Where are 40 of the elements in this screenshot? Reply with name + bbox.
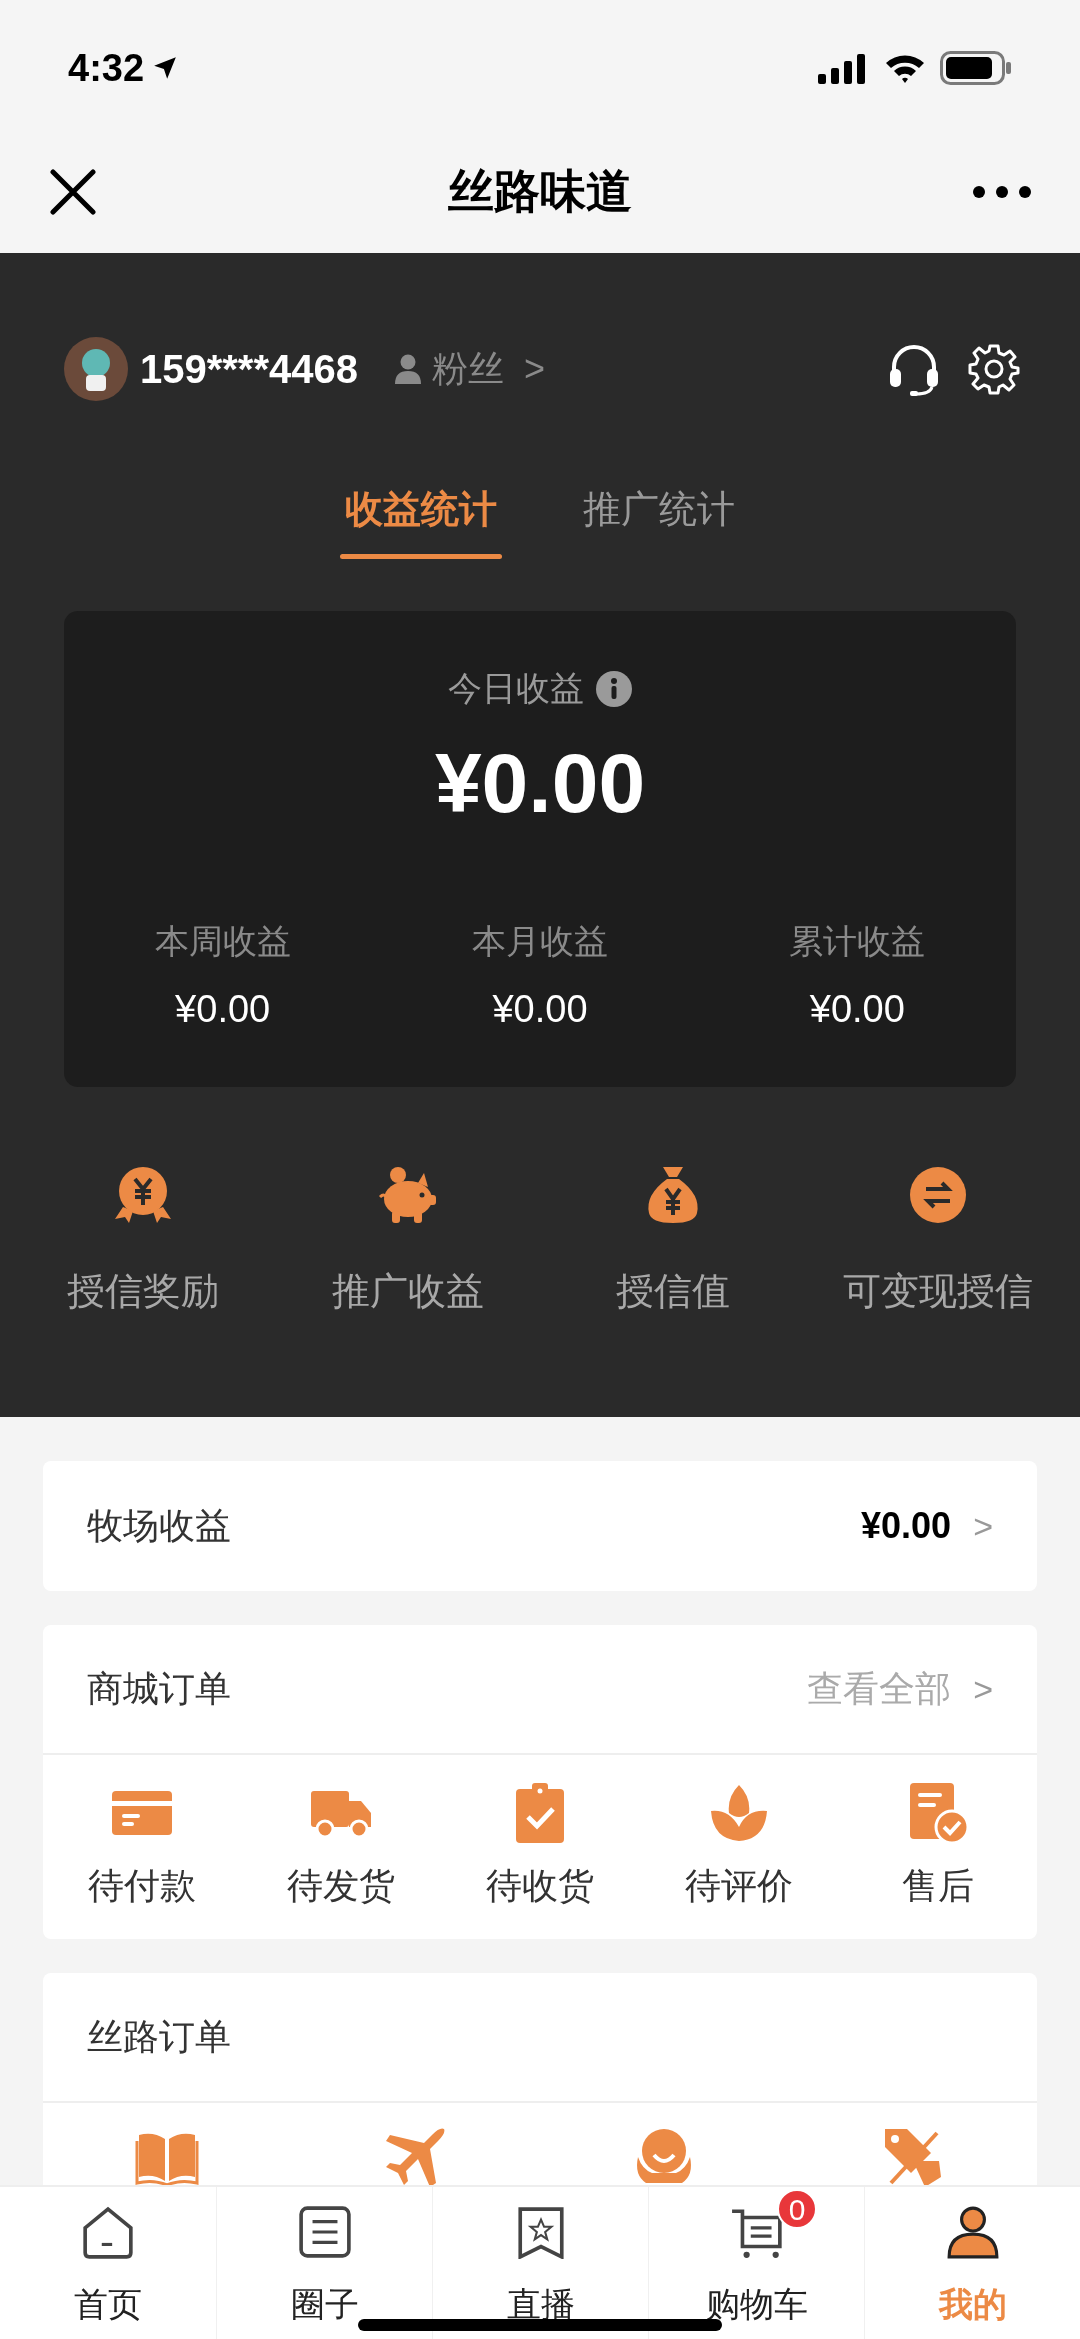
stat-label: 本月收益 xyxy=(472,921,608,962)
home-icon xyxy=(81,2205,135,2259)
order-status-item[interactable]: 待评价 xyxy=(639,1781,839,1913)
today-earnings-amount: ¥0.00 xyxy=(434,735,646,832)
farm-earnings-row[interactable]: 牧场收益 ¥0.00 > xyxy=(43,1461,1037,1591)
close-icon xyxy=(50,168,96,215)
close-button[interactable] xyxy=(48,166,98,217)
phone-number: 159****4468 xyxy=(140,346,358,393)
order-status-item[interactable]: 售后 xyxy=(838,1781,1037,1913)
shortcut-item[interactable]: 授信值 xyxy=(540,1163,805,1320)
cart-count-badge: 0 xyxy=(777,2189,817,2229)
stat-value: ¥0.00 xyxy=(175,987,271,1032)
more-icon[interactable] xyxy=(972,184,1032,199)
stats-tab[interactable]: 推广统计 xyxy=(578,481,740,559)
tab-bar-item[interactable]: 首页 xyxy=(0,2187,216,2339)
battery-icon xyxy=(940,51,1012,85)
shortcut-item[interactable]: 授信奖励 xyxy=(10,1163,275,1320)
person-icon xyxy=(394,354,422,384)
settings-icon[interactable] xyxy=(968,343,1020,395)
info-icon[interactable] xyxy=(596,670,632,707)
page-title: 丝路味道 xyxy=(447,164,633,219)
person-icon xyxy=(945,2205,1000,2259)
avatar xyxy=(64,337,128,401)
stat-label: 本周收益 xyxy=(154,921,291,962)
shortcut-item[interactable]: 推广收益 xyxy=(275,1163,540,1320)
order-status-item[interactable]: 待收货 xyxy=(440,1781,640,1913)
order-status-item[interactable]: 待发货 xyxy=(241,1781,441,1913)
list-icon xyxy=(297,2205,352,2259)
stat-value: ¥0.00 xyxy=(809,987,905,1032)
section-title: 商城订单 xyxy=(87,1667,231,1711)
section-title: 丝路订单 xyxy=(87,2015,231,2059)
order-status-item[interactable]: 待付款 xyxy=(43,1781,242,1913)
stats-tab[interactable]: 收益统计 xyxy=(340,481,502,559)
shortcut-item[interactable]: 可变现授信 xyxy=(805,1163,1070,1320)
fans-link[interactable]: 粉丝 > xyxy=(394,342,546,396)
status-time: 4:32 xyxy=(68,45,145,91)
today-earnings-label: 今日收益 xyxy=(448,668,584,709)
location-icon xyxy=(152,55,179,81)
stat-value: ¥0.00 xyxy=(492,987,588,1032)
stat-label: 累计收益 xyxy=(789,921,926,962)
